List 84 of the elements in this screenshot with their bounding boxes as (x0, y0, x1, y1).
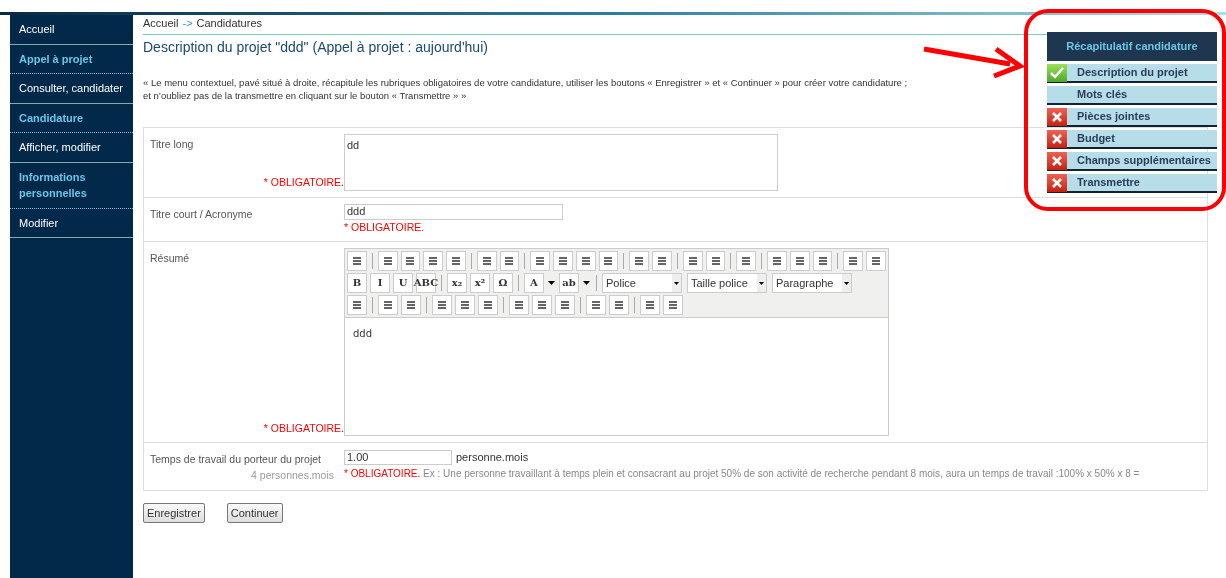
summary-item[interactable]: Description du projet (1047, 64, 1217, 83)
required-note: * OBLIGATOIRE. (263, 174, 344, 190)
toolbar-icon[interactable] (476, 251, 497, 272)
toolbar-icon[interactable] (532, 295, 552, 316)
toolbar-icon[interactable] (499, 251, 520, 272)
sidebar-heading[interactable]: Informations personnelles (10, 162, 133, 209)
summary-item[interactable]: Budget (1047, 130, 1217, 149)
number-field[interactable]: 1.00 (344, 450, 452, 465)
required-note: * OBLIGATOIRE. (344, 219, 426, 235)
toolbar-icon[interactable] (652, 251, 672, 272)
toolbar-select[interactable]: Police (602, 273, 682, 294)
toolbar-icon[interactable] (682, 251, 703, 272)
toolbar-icon[interactable] (663, 295, 683, 316)
sidebar-heading[interactable]: Candidature (10, 103, 133, 133)
toolbar-icon[interactable] (401, 295, 421, 316)
toolbar-icon[interactable] (378, 295, 398, 316)
format-button[interactable]: x² (470, 273, 490, 294)
toolbar-icon[interactable] (455, 295, 475, 316)
format-button[interactable]: x₂ (447, 273, 467, 294)
form-button[interactable]: Continuer (226, 502, 283, 524)
toolbar-select[interactable]: Paragraphe (772, 273, 852, 294)
breadcrumb-link[interactable]: Candidatures (196, 15, 262, 32)
field-label: Titre long (150, 136, 195, 152)
sidebar-heading[interactable]: Appel à projet (10, 44, 133, 74)
toolbar-icon[interactable] (530, 251, 551, 272)
toolbar-icon[interactable] (377, 251, 398, 272)
caret-icon (672, 274, 681, 293)
toolbar-icon[interactable] (432, 295, 452, 316)
toolbar-icon[interactable] (553, 251, 573, 272)
format-button[interactable]: ab (559, 273, 579, 294)
intro-text: « Le menu contextuel, pavé situé à droite, récapitule les rubriques obligatoires de votre candidature, utiliser les boutons « Enregistrer » et « Continuer » pour créer votre candidature ; (143, 75, 909, 89)
toolbar-icon[interactable] (555, 295, 575, 316)
required-note: * OBLIGATOIRE. (263, 420, 344, 436)
format-button[interactable]: U (393, 273, 413, 294)
unit-label: personne.mois (456, 450, 529, 466)
format-button[interactable]: B (347, 273, 367, 294)
toolbar-icon[interactable] (640, 295, 660, 316)
summary-item[interactable]: Mots clés (1047, 86, 1217, 105)
toolbar-select[interactable]: Taille police (687, 273, 767, 294)
toolbar-icon[interactable] (400, 251, 421, 272)
sidebar-link[interactable]: Modifier (10, 208, 133, 238)
summary-item[interactable]: Pièces jointes (1047, 108, 1217, 127)
intro-text: et n’oubliez pas de la transmettre en cliquant sur le bouton « Transmettre » » (143, 88, 468, 102)
toolbar-icon[interactable] (609, 295, 629, 316)
toolbar-icon[interactable] (446, 251, 466, 272)
toolbar-icon[interactable] (478, 295, 498, 316)
sidebar-link[interactable]: Afficher, modifier (10, 133, 133, 163)
toolbar-icon[interactable] (629, 251, 650, 272)
editor-content[interactable]: ddd (345, 318, 888, 436)
breadcrumb-link[interactable]: Accueil (143, 15, 179, 32)
format-button[interactable]: A (524, 273, 544, 294)
toolbar-icon[interactable] (586, 295, 606, 316)
toolbar-icon[interactable] (509, 295, 529, 316)
toolbar-icon[interactable] (843, 251, 864, 272)
field-label: Titre court / Acronyme (150, 206, 254, 222)
field-label: Temps de travail du porteur du projet (150, 452, 322, 468)
sidebar-link[interactable]: Consulter, candidater (10, 74, 133, 104)
toolbar-icon[interactable] (789, 251, 810, 272)
toolbar-icon[interactable] (347, 251, 367, 272)
hint-text: * OBLIGATOIRE. Ex : Une personne travaillant à temps plein et consacrant au projet 50% de son activité de recherche pendant 8 mois, aura un temps de travail :100% x 50% x 8 = (344, 466, 1141, 481)
caret-icon (842, 274, 851, 293)
toolbar-icon[interactable] (598, 251, 619, 272)
format-button[interactable]: Ω (493, 273, 513, 294)
summary-item[interactable]: Champs supplémentaires (1047, 152, 1217, 171)
toolbar-icon[interactable] (866, 251, 886, 272)
toolbar-icon[interactable] (423, 251, 444, 272)
format-button[interactable]: I (370, 273, 390, 294)
caret-icon (757, 274, 766, 293)
toolbar-icon[interactable] (736, 251, 757, 272)
summary-item[interactable]: Transmettre (1047, 174, 1217, 193)
toolbar-icon[interactable] (347, 295, 367, 316)
breadcrumb-separator: -> (182, 16, 193, 31)
field-label: Résumé (150, 251, 191, 267)
sidebar-link[interactable]: Accueil (10, 15, 133, 45)
summary-title: Récapitulatif candidature (1047, 32, 1217, 61)
toolbar-icon[interactable] (705, 251, 726, 272)
form-button[interactable]: Enregistrer (143, 502, 205, 524)
toolbar-icon[interactable] (575, 251, 596, 272)
field-sublabel: 4 personnes.mois (251, 468, 335, 483)
toolbar-icon[interactable] (767, 251, 787, 272)
text-area[interactable]: dd (344, 133, 778, 191)
text-field[interactable]: ddd (344, 203, 563, 220)
page-title: Description du projet "ddd" (Appel à projet : aujourd'hui) (143, 37, 488, 57)
toolbar-icon[interactable] (812, 251, 833, 272)
